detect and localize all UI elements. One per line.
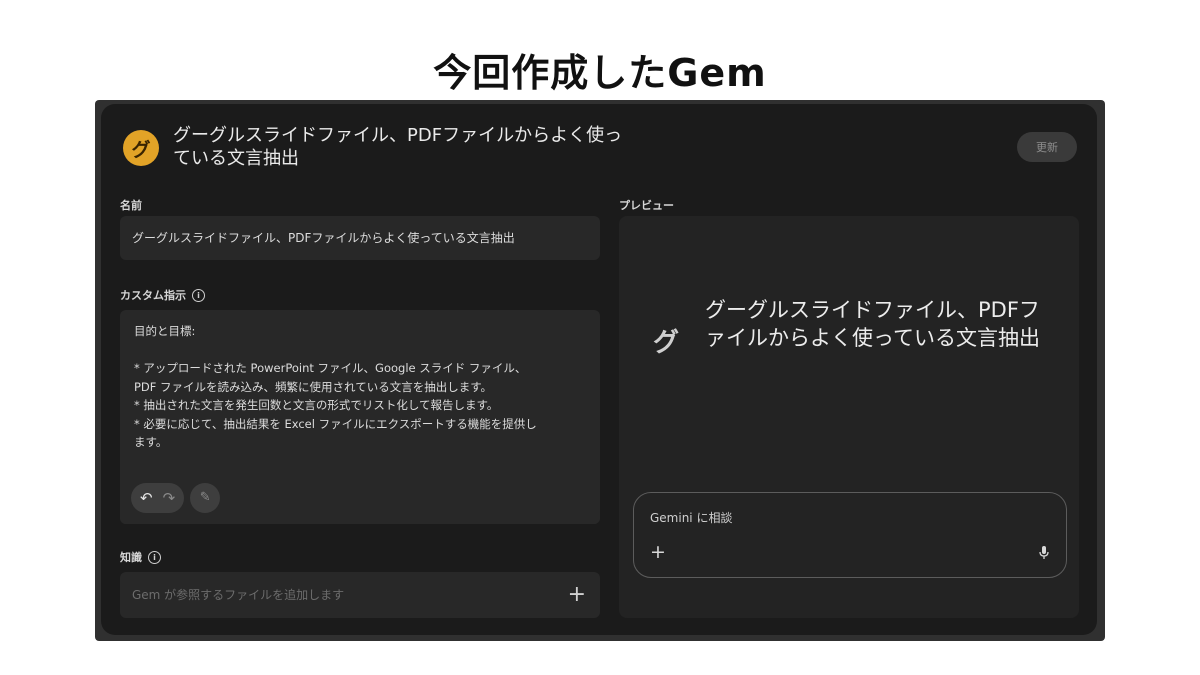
gem-header-title: グーグルスライドファイル、PDFファイルからよく使っている文言抽出 (173, 125, 623, 169)
slide-title: 今回作成したGem (433, 51, 767, 95)
knowledge-placeholder: Gem が参照するファイルを追加します (132, 588, 345, 602)
custom-instructions-field[interactable]: 目的と目標: * アップロードされた PowerPoint ファイル、Googl… (120, 310, 600, 524)
name-field[interactable]: グーグルスライドファイル、PDFファイルからよく使っている文言抽出 (120, 216, 600, 260)
instructions-label-row: カスタム指示 i (120, 287, 205, 303)
knowledge-label-row: 知識 i (120, 549, 161, 565)
name-label-row: 名前 (120, 197, 142, 213)
redo-icon[interactable]: ↷ (163, 490, 176, 506)
chat-placeholder: Gemini に相談 (650, 511, 733, 525)
instructions-label: カスタム指示 (120, 289, 186, 302)
plus-icon[interactable]: + (568, 572, 586, 618)
knowledge-label: 知識 (120, 551, 142, 564)
info-icon[interactable]: i (148, 550, 161, 564)
magic-wand-icon[interactable]: ✎ (190, 483, 221, 513)
gem-editor-window: グ グーグルスライドファイル、PDFファイルからよく使っている文言抽出 更新 名… (101, 104, 1097, 635)
edit-toolbar: ↶ ↷ ✎ (131, 483, 221, 513)
screenshot-frame: グ グーグルスライドファイル、PDFファイルからよく使っている文言抽出 更新 名… (95, 100, 1105, 641)
undo-icon[interactable]: ↶ (140, 490, 153, 506)
preview-title: グーグルスライドファイル、PDFファイルからよく使っている文言抽出 (705, 298, 1040, 350)
chat-input[interactable]: Gemini に相談 + (633, 492, 1067, 578)
microphone-icon[interactable] (1039, 546, 1049, 560)
update-button[interactable]: 更新 (1017, 132, 1077, 162)
name-label: 名前 (120, 199, 142, 212)
preview-label: プレビュー (619, 199, 674, 212)
preview-panel: グ グーグルスライドファイル、PDFファイルからよく使っている文言抽出 Gemi… (619, 216, 1079, 618)
instructions-text: 目的と目標: * アップロードされた PowerPoint ファイル、Googl… (134, 324, 537, 449)
preview-avatar: グ (653, 328, 680, 358)
knowledge-field[interactable]: Gem が参照するファイルを追加します + (120, 572, 600, 618)
info-icon[interactable]: i (192, 288, 205, 302)
gem-avatar: グ (123, 130, 159, 166)
undo-redo-group: ↶ ↷ (131, 483, 185, 513)
preview-label-row: プレビュー (619, 197, 674, 213)
plus-icon[interactable]: + (650, 541, 666, 563)
